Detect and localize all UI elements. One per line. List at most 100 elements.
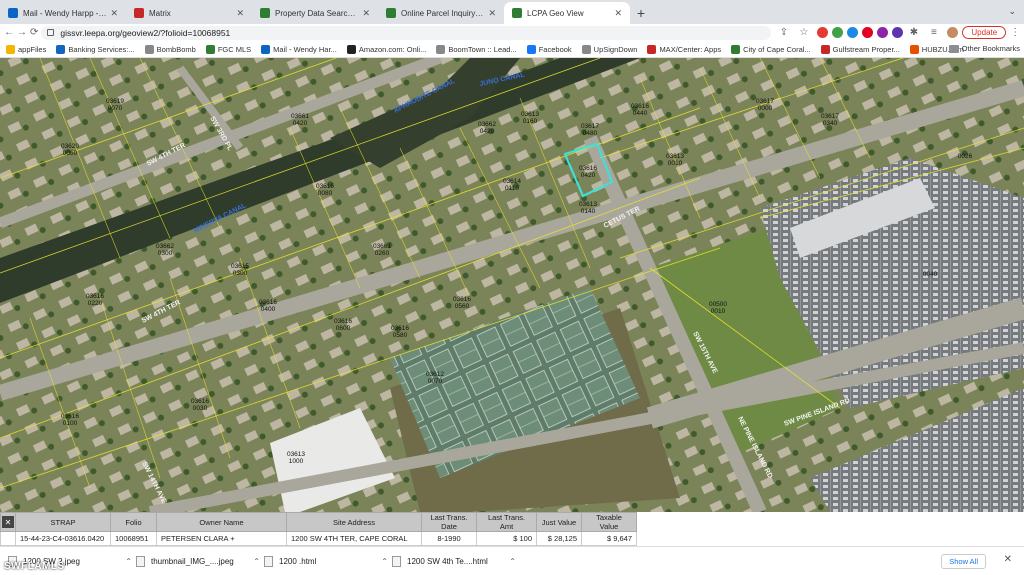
- bookmark-item[interactable]: Banking Services:...: [56, 44, 135, 54]
- tab-favicon-icon: [260, 8, 270, 18]
- bookmark-label: City of Cape Coral...: [743, 44, 811, 54]
- download-options-chevron-icon[interactable]: ⌃: [125, 557, 132, 566]
- map-canvas[interactable]: APHRODITE CANAL JUNO CANAL MINERVA CANAL…: [0, 58, 1024, 512]
- puzzle-extensions-icon[interactable]: ✱: [907, 27, 920, 38]
- bookmark-label: Amazon.com: Onli...: [358, 44, 427, 54]
- download-item[interactable]: thumbnail_IMG_....jpeg ⌃: [136, 555, 260, 567]
- browser-tab[interactable]: Online Parcel Inquiry | Lee Co ✕: [378, 2, 504, 24]
- extension-icon[interactable]: [832, 27, 844, 38]
- bookmark-item[interactable]: FGC MLS: [205, 44, 251, 54]
- reload-icon[interactable]: ⟳: [30, 27, 38, 38]
- parcel-id-label: 03613: [579, 201, 597, 208]
- new-tab-button[interactable]: +: [630, 2, 652, 24]
- parcel-map[interactable]: APHRODITE CANAL JUNO CANAL MINERVA CANAL…: [0, 58, 1024, 512]
- back-arrow-icon[interactable]: ←: [4, 27, 14, 38]
- tab-close-icon[interactable]: ✕: [362, 8, 370, 19]
- browser-tab[interactable]: LCPA Geo View ✕: [504, 2, 630, 24]
- parcel-sub-label: 0160: [523, 118, 538, 125]
- bookmark-label: Banking Services:...: [68, 44, 135, 54]
- parcel-sub-label: 0110: [505, 185, 519, 192]
- bookmark-favicon-icon: [731, 44, 741, 54]
- parcel-id-label: 03661: [291, 113, 309, 120]
- column-header[interactable]: Just Value: [536, 512, 582, 532]
- parcel-sub-label: 1000: [289, 458, 304, 465]
- bookmark-item[interactable]: UpSignDown: [581, 44, 638, 54]
- parcel-id-label: 03661: [373, 243, 391, 250]
- parcel-id-label: 03617: [756, 98, 774, 105]
- table-cell: 1200 SW 4TH TER, CAPE CORAL: [286, 531, 422, 546]
- update-button[interactable]: Update: [962, 26, 1007, 39]
- table-cell: 10068951: [110, 531, 157, 546]
- download-item[interactable]: 1200 .html ⌃: [264, 555, 388, 567]
- show-all-button[interactable]: Show All: [941, 554, 986, 569]
- parcel-id-label: 03616: [631, 103, 649, 110]
- pinterest-icon[interactable]: [862, 27, 874, 38]
- bookmark-label: appFiles: [18, 44, 47, 54]
- parcel-id-label: 03615: [231, 263, 249, 270]
- bookmarks-bar: appFiles Banking Services:... BombBomb FGC …: [0, 41, 1024, 58]
- bookmark-item[interactable]: Amazon.com: Onli...: [346, 44, 427, 54]
- column-header[interactable]: STRAP: [15, 512, 111, 532]
- extension-icon[interactable]: [817, 27, 829, 38]
- bookmark-item[interactable]: BombBomb: [144, 44, 196, 54]
- tab-close-icon[interactable]: ✕: [614, 8, 622, 19]
- bookmark-item[interactable]: Mail - Wendy Har...: [261, 44, 337, 54]
- column-header[interactable]: Last Trans. Date: [421, 512, 477, 532]
- extension-icon[interactable]: [892, 27, 904, 38]
- parcel-sub-label: 0400: [261, 306, 276, 313]
- bookmark-item[interactable]: appFiles: [6, 44, 47, 54]
- profile-avatar[interactable]: [947, 27, 959, 38]
- parcel-sub-label: 0070: [108, 105, 123, 112]
- file-icon: [264, 555, 273, 567]
- column-header[interactable]: Taxable Value: [581, 512, 637, 532]
- parcel-sub-label: 0030: [193, 405, 208, 412]
- parcel-sub-label: 0420: [293, 120, 308, 127]
- table-cell: $ 9,647: [581, 531, 637, 546]
- close-results-cell[interactable]: ✕: [0, 512, 16, 532]
- parcel-sub-label: 0580: [393, 332, 408, 339]
- bookmark-label: UpSignDown: [593, 44, 638, 54]
- bookmark-item[interactable]: BoomTown :: Lead...: [436, 44, 517, 54]
- navigation-bar: ← → ⟳ gissvr.leepa.org/geoview2/?folioid…: [0, 24, 1024, 41]
- table-cell: PETERSEN CLARA +: [156, 531, 287, 546]
- bookmark-item[interactable]: City of Cape Coral...: [731, 44, 811, 54]
- column-header[interactable]: Owner Name: [156, 512, 287, 532]
- parcel-id-label: 03616: [453, 296, 471, 303]
- browser-tab[interactable]: Matrix ✕: [126, 2, 252, 24]
- parcel-sub-label: 0440: [633, 110, 648, 117]
- share-icon[interactable]: ⇪: [777, 27, 790, 38]
- forward-arrow-icon[interactable]: →: [17, 27, 27, 38]
- address-bar[interactable]: gissvr.leepa.org/geoview2/?folioid=10068…: [41, 25, 772, 40]
- download-options-chevron-icon[interactable]: ⌃: [509, 557, 516, 566]
- watermark: SWFLAMLS: [4, 561, 65, 572]
- browser-tab[interactable]: Property Data Search | Lee Co ✕: [252, 2, 378, 24]
- browser-tab[interactable]: Mail - Wendy Harpp - Outlook✕: [0, 2, 126, 24]
- extension-icon[interactable]: [847, 27, 859, 38]
- close-downloads-icon[interactable]: ✕: [1004, 554, 1012, 565]
- column-header[interactable]: Site Address: [286, 512, 422, 532]
- download-item[interactable]: 1200 SW 4th Te....html ⌃: [392, 555, 516, 567]
- tab-label: Matrix: [149, 8, 171, 18]
- bookmark-star-icon[interactable]: ☆: [797, 27, 810, 38]
- download-options-chevron-icon[interactable]: ⌃: [253, 557, 260, 566]
- bookmark-favicon-icon: [581, 44, 591, 54]
- reading-list-icon[interactable]: ≡: [927, 27, 940, 38]
- tab-close-icon[interactable]: ✕: [236, 8, 244, 19]
- kebab-menu-icon[interactable]: ⋮: [1010, 27, 1020, 38]
- parcel-sub-label: 0600: [336, 325, 351, 332]
- parcel-sub-label: 0340: [823, 120, 838, 127]
- tab-search-chevron-icon[interactable]: ⌄: [1008, 6, 1016, 17]
- parcel-sub-label: 0010: [711, 308, 726, 315]
- download-options-chevron-icon[interactable]: ⌃: [381, 557, 388, 566]
- extension-icon[interactable]: [877, 27, 889, 38]
- column-header[interactable]: Folio: [110, 512, 157, 532]
- bookmark-item[interactable]: Gulfstream Proper...: [820, 44, 900, 54]
- bookmark-item[interactable]: Facebook: [526, 44, 572, 54]
- tab-close-icon[interactable]: ✕: [110, 8, 118, 19]
- other-bookmarks-button[interactable]: Other Bookmarks: [948, 44, 1020, 53]
- tab-close-icon[interactable]: ✕: [488, 8, 496, 19]
- table-row[interactable]: 15-44-23-C4-03616.0420 10068951 PETERSEN C…: [0, 531, 637, 546]
- close-icon[interactable]: ✕: [2, 516, 14, 528]
- column-header[interactable]: Last Trans. Amt: [476, 512, 537, 532]
- bookmark-item[interactable]: MAX/Center: Apps: [647, 44, 721, 54]
